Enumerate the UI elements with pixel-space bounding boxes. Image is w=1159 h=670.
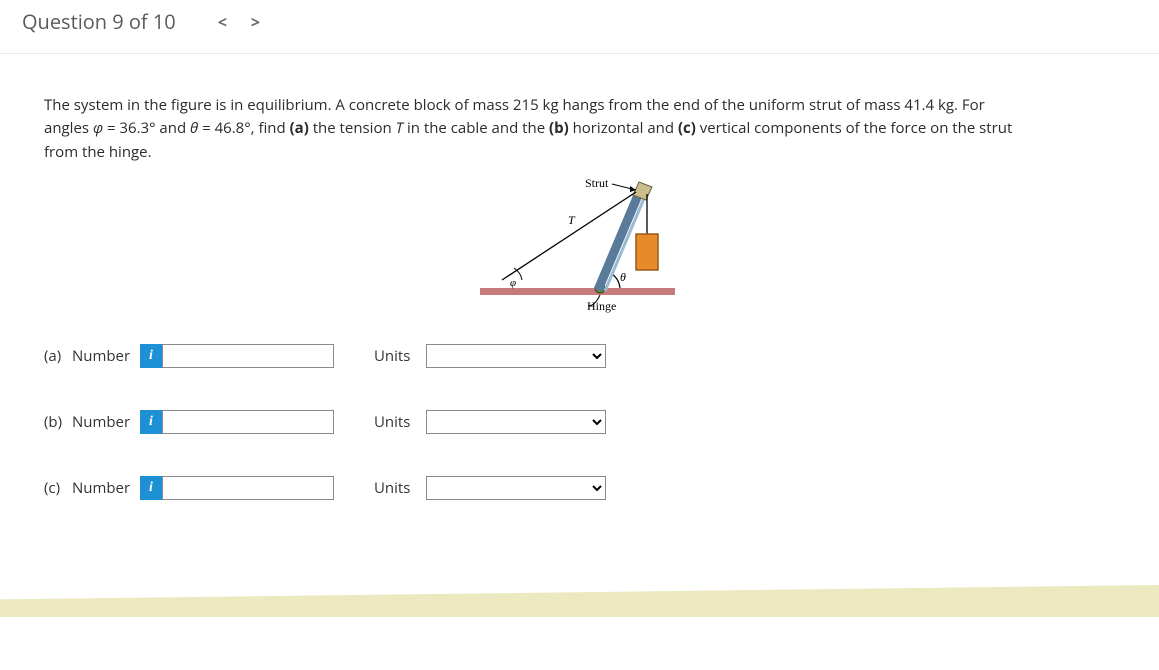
theta-arc bbox=[612, 274, 620, 288]
units-label: Units bbox=[374, 346, 426, 366]
part-b-ref: (b) bbox=[549, 118, 569, 138]
units-label: Units bbox=[374, 478, 426, 498]
answer-c-units-select[interactable] bbox=[426, 476, 606, 500]
answer-a-input[interactable] bbox=[162, 344, 334, 368]
problem-text-frag: = 46.8°, find bbox=[198, 118, 289, 138]
info-icon[interactable]: i bbox=[140, 410, 162, 434]
t-symbol: T bbox=[396, 118, 404, 138]
answer-row-c: (c) Number i Units bbox=[44, 476, 1115, 500]
answer-row-b: (b) Number i Units bbox=[44, 410, 1115, 434]
phi-figure-label: φ bbox=[510, 277, 516, 289]
part-c-ref: (c) bbox=[678, 118, 696, 138]
question-content: The system in the figure is in equilibri… bbox=[0, 54, 1159, 500]
problem-text-frag: in the cable and the bbox=[403, 118, 549, 138]
question-header: Question 9 of 10 < > bbox=[0, 0, 1159, 54]
part-label: (b) bbox=[44, 412, 72, 432]
problem-text-frag: horizontal and bbox=[569, 118, 678, 138]
phi-symbol: φ bbox=[93, 118, 103, 138]
question-title: Question 9 of 10 bbox=[22, 8, 176, 35]
number-label: Number bbox=[72, 346, 140, 366]
floor bbox=[480, 288, 675, 295]
hinge-label: Hinge bbox=[587, 299, 616, 313]
part-label: (c) bbox=[44, 478, 72, 498]
answer-b-units-select[interactable] bbox=[426, 410, 606, 434]
answer-row-a: (a) Number i Units bbox=[44, 344, 1115, 368]
theta-symbol: θ bbox=[190, 118, 198, 138]
t-figure-label: T bbox=[568, 213, 576, 227]
answer-b-input[interactable] bbox=[162, 410, 334, 434]
answer-c-input[interactable] bbox=[162, 476, 334, 500]
info-icon[interactable]: i bbox=[140, 476, 162, 500]
footer-decoration bbox=[0, 585, 1159, 617]
problem-figure: Hinge θ Strut T φ bbox=[44, 174, 1115, 314]
number-label: Number bbox=[72, 478, 140, 498]
problem-text-frag: = 36.3° and bbox=[103, 118, 190, 138]
prev-question-button[interactable]: < bbox=[206, 11, 239, 33]
concrete-block bbox=[636, 234, 658, 270]
answer-a-units-select[interactable] bbox=[426, 344, 606, 368]
answers-section: (a) Number i Units (b) Number i Units (c… bbox=[44, 344, 1115, 500]
problem-statement: The system in the figure is in equilibri… bbox=[44, 94, 1024, 164]
units-label: Units bbox=[374, 412, 426, 432]
strut-label: Strut bbox=[585, 176, 609, 190]
problem-text-frag: the tension bbox=[309, 118, 396, 138]
part-label: (a) bbox=[44, 346, 72, 366]
part-a-ref: (a) bbox=[290, 118, 309, 138]
strut-diagram-svg: Hinge θ Strut T φ bbox=[470, 174, 690, 314]
number-label: Number bbox=[72, 412, 140, 432]
next-question-button[interactable]: > bbox=[239, 11, 272, 33]
theta-figure-label: θ bbox=[620, 270, 626, 284]
info-icon[interactable]: i bbox=[140, 344, 162, 368]
